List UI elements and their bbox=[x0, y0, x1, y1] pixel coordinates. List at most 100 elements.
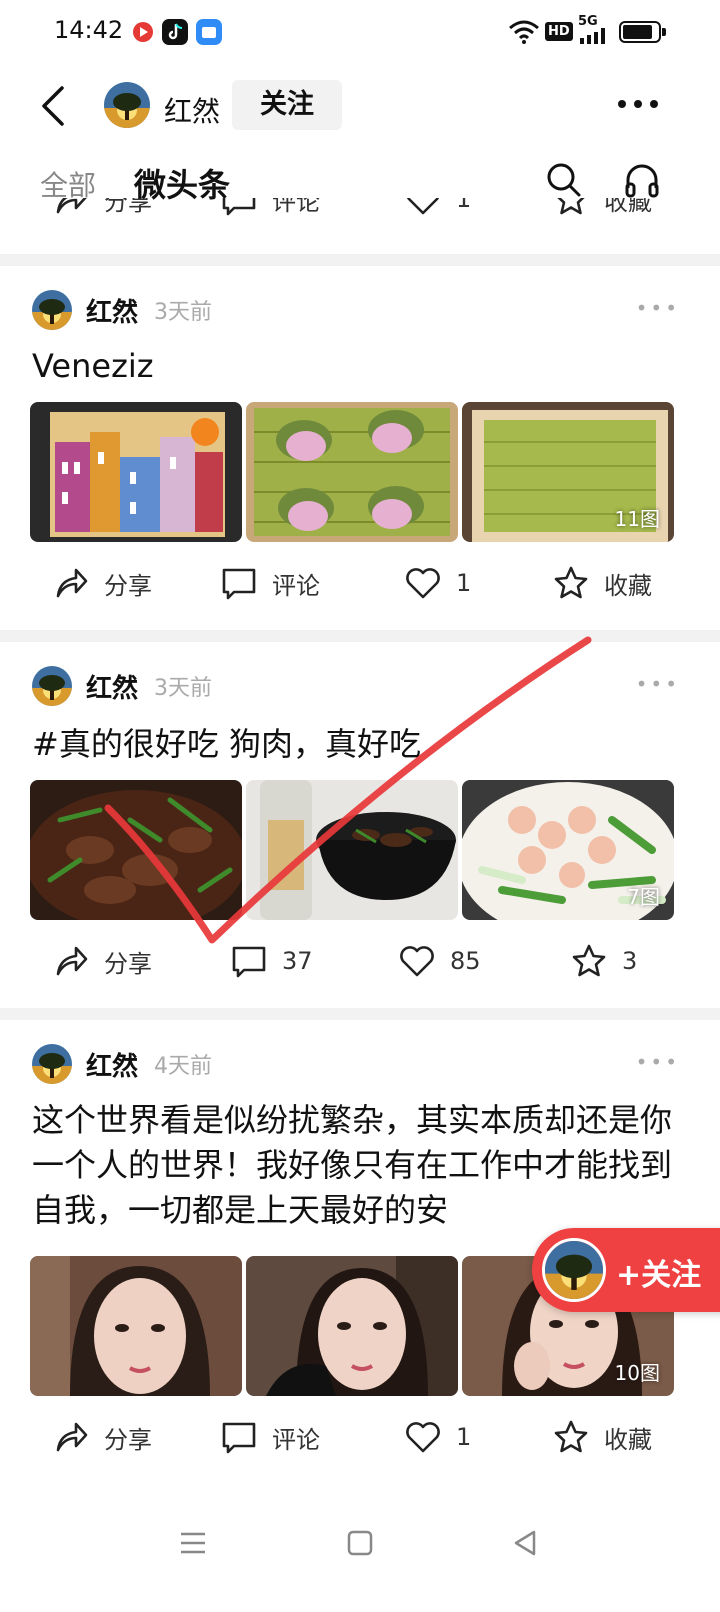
image-count-badge: 10图 bbox=[614, 1361, 660, 1385]
share-button[interactable]: 分享 bbox=[52, 942, 152, 980]
share-icon bbox=[56, 1422, 88, 1452]
header-title: 红然 bbox=[164, 95, 221, 128]
back-icon[interactable] bbox=[38, 84, 70, 128]
post-text[interactable]: Veneziz bbox=[32, 344, 692, 389]
favorite-label: 收藏 bbox=[604, 571, 652, 600]
comment-label: 评论 bbox=[272, 571, 320, 600]
author-avatar[interactable] bbox=[32, 290, 72, 330]
post-image[interactable]: 7图 bbox=[462, 780, 674, 920]
author-name[interactable]: 红然 bbox=[86, 292, 138, 329]
battery-level bbox=[623, 25, 652, 39]
share-label: 分享 bbox=[104, 949, 152, 978]
prev-share-button[interactable]: 分享 bbox=[52, 198, 152, 218]
profile-header: 红然 关注 bbox=[0, 66, 720, 150]
share-button[interactable]: 分享 bbox=[52, 1418, 152, 1456]
feed-divider bbox=[0, 254, 720, 266]
wifi-icon bbox=[509, 20, 539, 44]
post-image[interactable] bbox=[246, 402, 458, 542]
author-name[interactable]: 红然 bbox=[86, 668, 138, 705]
author-avatar[interactable] bbox=[32, 666, 72, 706]
post-time: 3天前 bbox=[154, 676, 213, 701]
favorite-label: 收藏 bbox=[604, 1425, 652, 1454]
network-type: 5G bbox=[578, 14, 598, 29]
comment-icon bbox=[222, 1422, 256, 1454]
home-icon[interactable] bbox=[345, 1528, 375, 1558]
post-image[interactable]: 11图 bbox=[462, 402, 674, 542]
tiktok-app-icon bbox=[162, 19, 188, 45]
image-count-badge: 11图 bbox=[614, 507, 660, 531]
comment-label: 评论 bbox=[272, 1425, 320, 1454]
comment-icon bbox=[222, 568, 256, 600]
post-image[interactable] bbox=[30, 1256, 242, 1396]
heart-icon bbox=[406, 198, 440, 215]
back-nav-icon[interactable] bbox=[510, 1528, 540, 1558]
post-time: 4天前 bbox=[154, 1054, 213, 1079]
floating-follow-label: +关注 bbox=[616, 1258, 702, 1293]
comment-button[interactable]: 评论 bbox=[220, 564, 320, 602]
post-text[interactable]: 这个世界看是似纷扰繁杂，其实本质却还是你一个人的世界！我好像只有在工作中才能找到… bbox=[32, 1098, 692, 1233]
star-icon bbox=[554, 566, 588, 599]
comment-button[interactable]: 评论 bbox=[220, 1418, 320, 1456]
share-icon bbox=[56, 568, 88, 598]
prev-fav-button[interactable]: 收藏 bbox=[552, 198, 652, 218]
post-author[interactable]: 红然 3天前 bbox=[32, 290, 212, 330]
share-label: 分享 bbox=[104, 571, 152, 600]
post-more-icon[interactable]: ••• bbox=[636, 1050, 680, 1074]
favorite-count: 3 bbox=[622, 947, 638, 975]
prev-comment-button[interactable]: 评论 bbox=[220, 198, 320, 218]
system-nav-bar bbox=[0, 1500, 720, 1612]
post-more-icon[interactable]: ••• bbox=[636, 296, 680, 320]
post-text[interactable]: #真的很好吃 狗肉，真好吃 bbox=[32, 722, 692, 767]
header-avatar[interactable] bbox=[104, 82, 150, 128]
post-author[interactable]: 红然 4天前 bbox=[32, 1044, 212, 1084]
heart-icon bbox=[400, 946, 434, 977]
previous-post-actions: 分享 评论 1 收藏 bbox=[0, 198, 720, 222]
header-follow-button[interactable]: 关注 bbox=[232, 80, 342, 130]
floating-follow-button[interactable]: +关注 bbox=[532, 1228, 720, 1312]
search-icon[interactable] bbox=[546, 162, 582, 198]
floating-avatar bbox=[542, 1238, 606, 1302]
prev-like-button[interactable]: 1 bbox=[404, 198, 471, 218]
menu-icon[interactable] bbox=[178, 1528, 208, 1558]
header-follow-label: 关注 bbox=[260, 89, 314, 120]
author-avatar[interactable] bbox=[32, 1044, 72, 1084]
battery-icon bbox=[619, 21, 661, 43]
author-name[interactable]: 红然 bbox=[86, 1046, 138, 1083]
share-button[interactable]: 分享 bbox=[52, 564, 152, 602]
post-image[interactable] bbox=[30, 402, 242, 542]
more-menu-icon[interactable] bbox=[618, 100, 658, 110]
post-more-icon[interactable]: ••• bbox=[636, 672, 680, 696]
headphones-icon[interactable] bbox=[624, 162, 660, 198]
favorite-button[interactable]: 收藏 bbox=[552, 564, 652, 602]
comment-button[interactable]: 37 bbox=[230, 942, 313, 980]
like-count: 1 bbox=[456, 569, 472, 597]
post-image[interactable] bbox=[246, 1256, 458, 1396]
post-image[interactable] bbox=[246, 780, 458, 920]
status-bar: 14:42 HD 5G bbox=[0, 0, 720, 66]
heart-icon bbox=[406, 1422, 440, 1453]
comment-icon bbox=[232, 946, 266, 978]
post-card: 红然 3天前 ••• #真的很好吃 狗肉，真好吃 7图 分享 37 85 3 bbox=[0, 642, 720, 1008]
star-icon bbox=[557, 198, 585, 215]
image-count-badge: 7图 bbox=[627, 885, 660, 909]
favorite-button[interactable]: 收藏 bbox=[552, 1418, 652, 1456]
comment-count: 37 bbox=[282, 947, 313, 975]
comment-icon bbox=[222, 198, 256, 216]
post-author[interactable]: 红然 3天前 bbox=[32, 666, 212, 706]
feed-divider bbox=[0, 630, 720, 642]
share-icon bbox=[56, 946, 88, 976]
star-icon bbox=[572, 944, 606, 977]
like-button[interactable]: 85 bbox=[398, 942, 481, 980]
star-icon bbox=[554, 1420, 588, 1453]
post-card: 红然 3天前 ••• Veneziz 11图 分享 评论 1 收藏 bbox=[0, 266, 720, 630]
hd-badge: HD bbox=[545, 22, 573, 41]
like-button[interactable]: 1 bbox=[404, 564, 471, 602]
status-time: 14:42 bbox=[54, 16, 124, 44]
like-count: 1 bbox=[456, 1423, 472, 1451]
like-button[interactable]: 1 bbox=[404, 1418, 471, 1456]
files-app-icon bbox=[196, 19, 222, 45]
like-count: 85 bbox=[450, 947, 481, 975]
favorite-button[interactable]: 3 bbox=[570, 942, 637, 980]
post-image[interactable] bbox=[30, 780, 242, 920]
heart-icon bbox=[406, 568, 440, 599]
